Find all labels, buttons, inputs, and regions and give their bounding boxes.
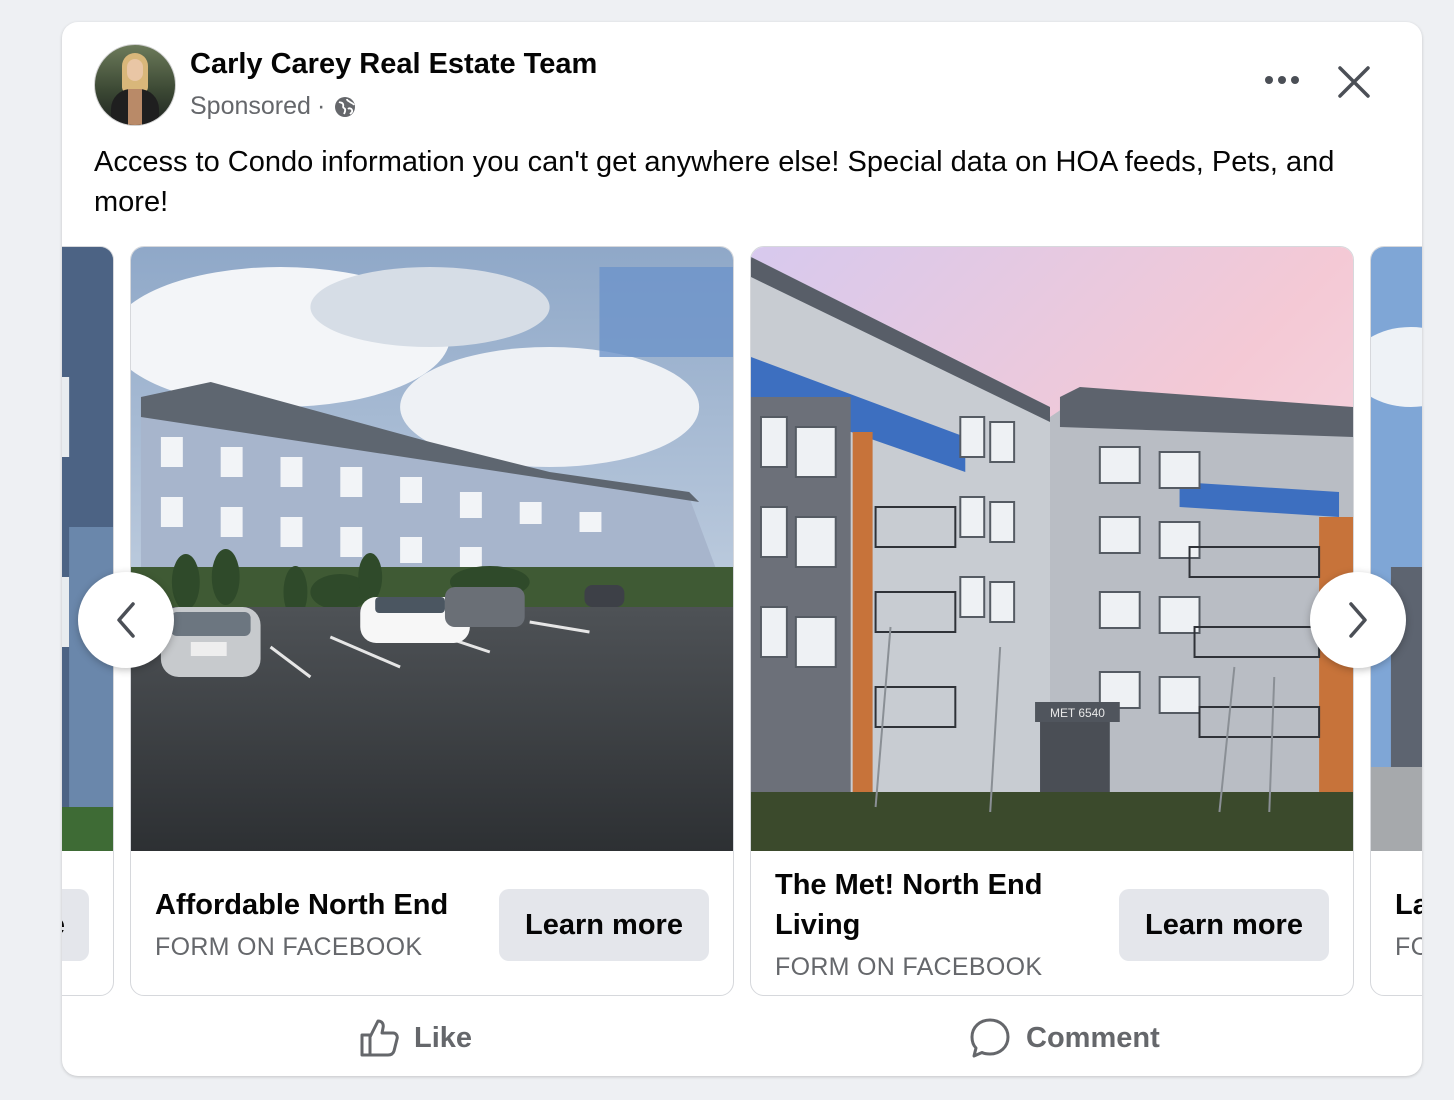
card-headline-partial: La: [1395, 889, 1422, 921]
thumbs-up-icon: [360, 1019, 399, 1057]
card-headline[interactable]: The Met! North End Living: [775, 865, 1095, 945]
globe-icon: [335, 96, 356, 117]
card-headline[interactable]: Affordable North End: [155, 885, 485, 925]
learn-more-button[interactable]: Learn more: [499, 889, 709, 961]
sponsored-label[interactable]: Sponsored: [190, 92, 311, 121]
card-image: [62, 247, 113, 851]
avatar[interactable]: [94, 44, 176, 126]
card-image: [131, 247, 733, 851]
sponsored-post-card: Carly Carey Real Estate Team Sponsored ·…: [62, 22, 1422, 1076]
carousel-next-button[interactable]: [1310, 572, 1406, 668]
more-options-icon: [1265, 76, 1299, 84]
page-name-link[interactable]: Carly Carey Real Estate Team: [190, 48, 597, 81]
chevron-right-icon: [1349, 602, 1367, 638]
svg-text:MET 6540: MET 6540: [1050, 706, 1105, 720]
card-subline: FORM ON FACEBOOK: [155, 933, 423, 961]
meta-separator: ·: [316, 92, 326, 120]
post-body-text: Access to Condo information you can't ge…: [94, 146, 1335, 218]
post-actions-bar: Like Comment: [62, 1012, 1422, 1064]
comment-icon: [970, 1018, 1010, 1058]
carousel-card[interactable]: MET 6540 The Met! North End Living FORM …: [750, 246, 1354, 996]
like-button[interactable]: Like: [358, 1012, 472, 1064]
close-icon: [1338, 66, 1370, 98]
learn-more-button[interactable]: Learn more: [1119, 889, 1329, 961]
close-button[interactable]: [1330, 58, 1378, 106]
comment-label: Comment: [1026, 1021, 1160, 1054]
chevron-left-icon: [117, 602, 135, 638]
comment-button[interactable]: Comment: [968, 1012, 1160, 1064]
post-meta: Sponsored ·: [190, 92, 357, 121]
more-options-button[interactable]: [1258, 60, 1306, 100]
carousel-prev-button[interactable]: [78, 572, 174, 668]
card-subline: FORM ON FACEBOOK: [775, 953, 1043, 981]
card-subline-partial: FC: [1395, 933, 1422, 961]
card-image: MET 6540: [751, 247, 1353, 851]
ad-carousel: e: [62, 246, 1422, 998]
card-cta-partial[interactable]: e: [62, 889, 89, 961]
carousel-card[interactable]: Affordable North End FORM ON FACEBOOK Le…: [130, 246, 734, 996]
like-label: Like: [414, 1021, 473, 1054]
card-image: [1371, 247, 1422, 851]
